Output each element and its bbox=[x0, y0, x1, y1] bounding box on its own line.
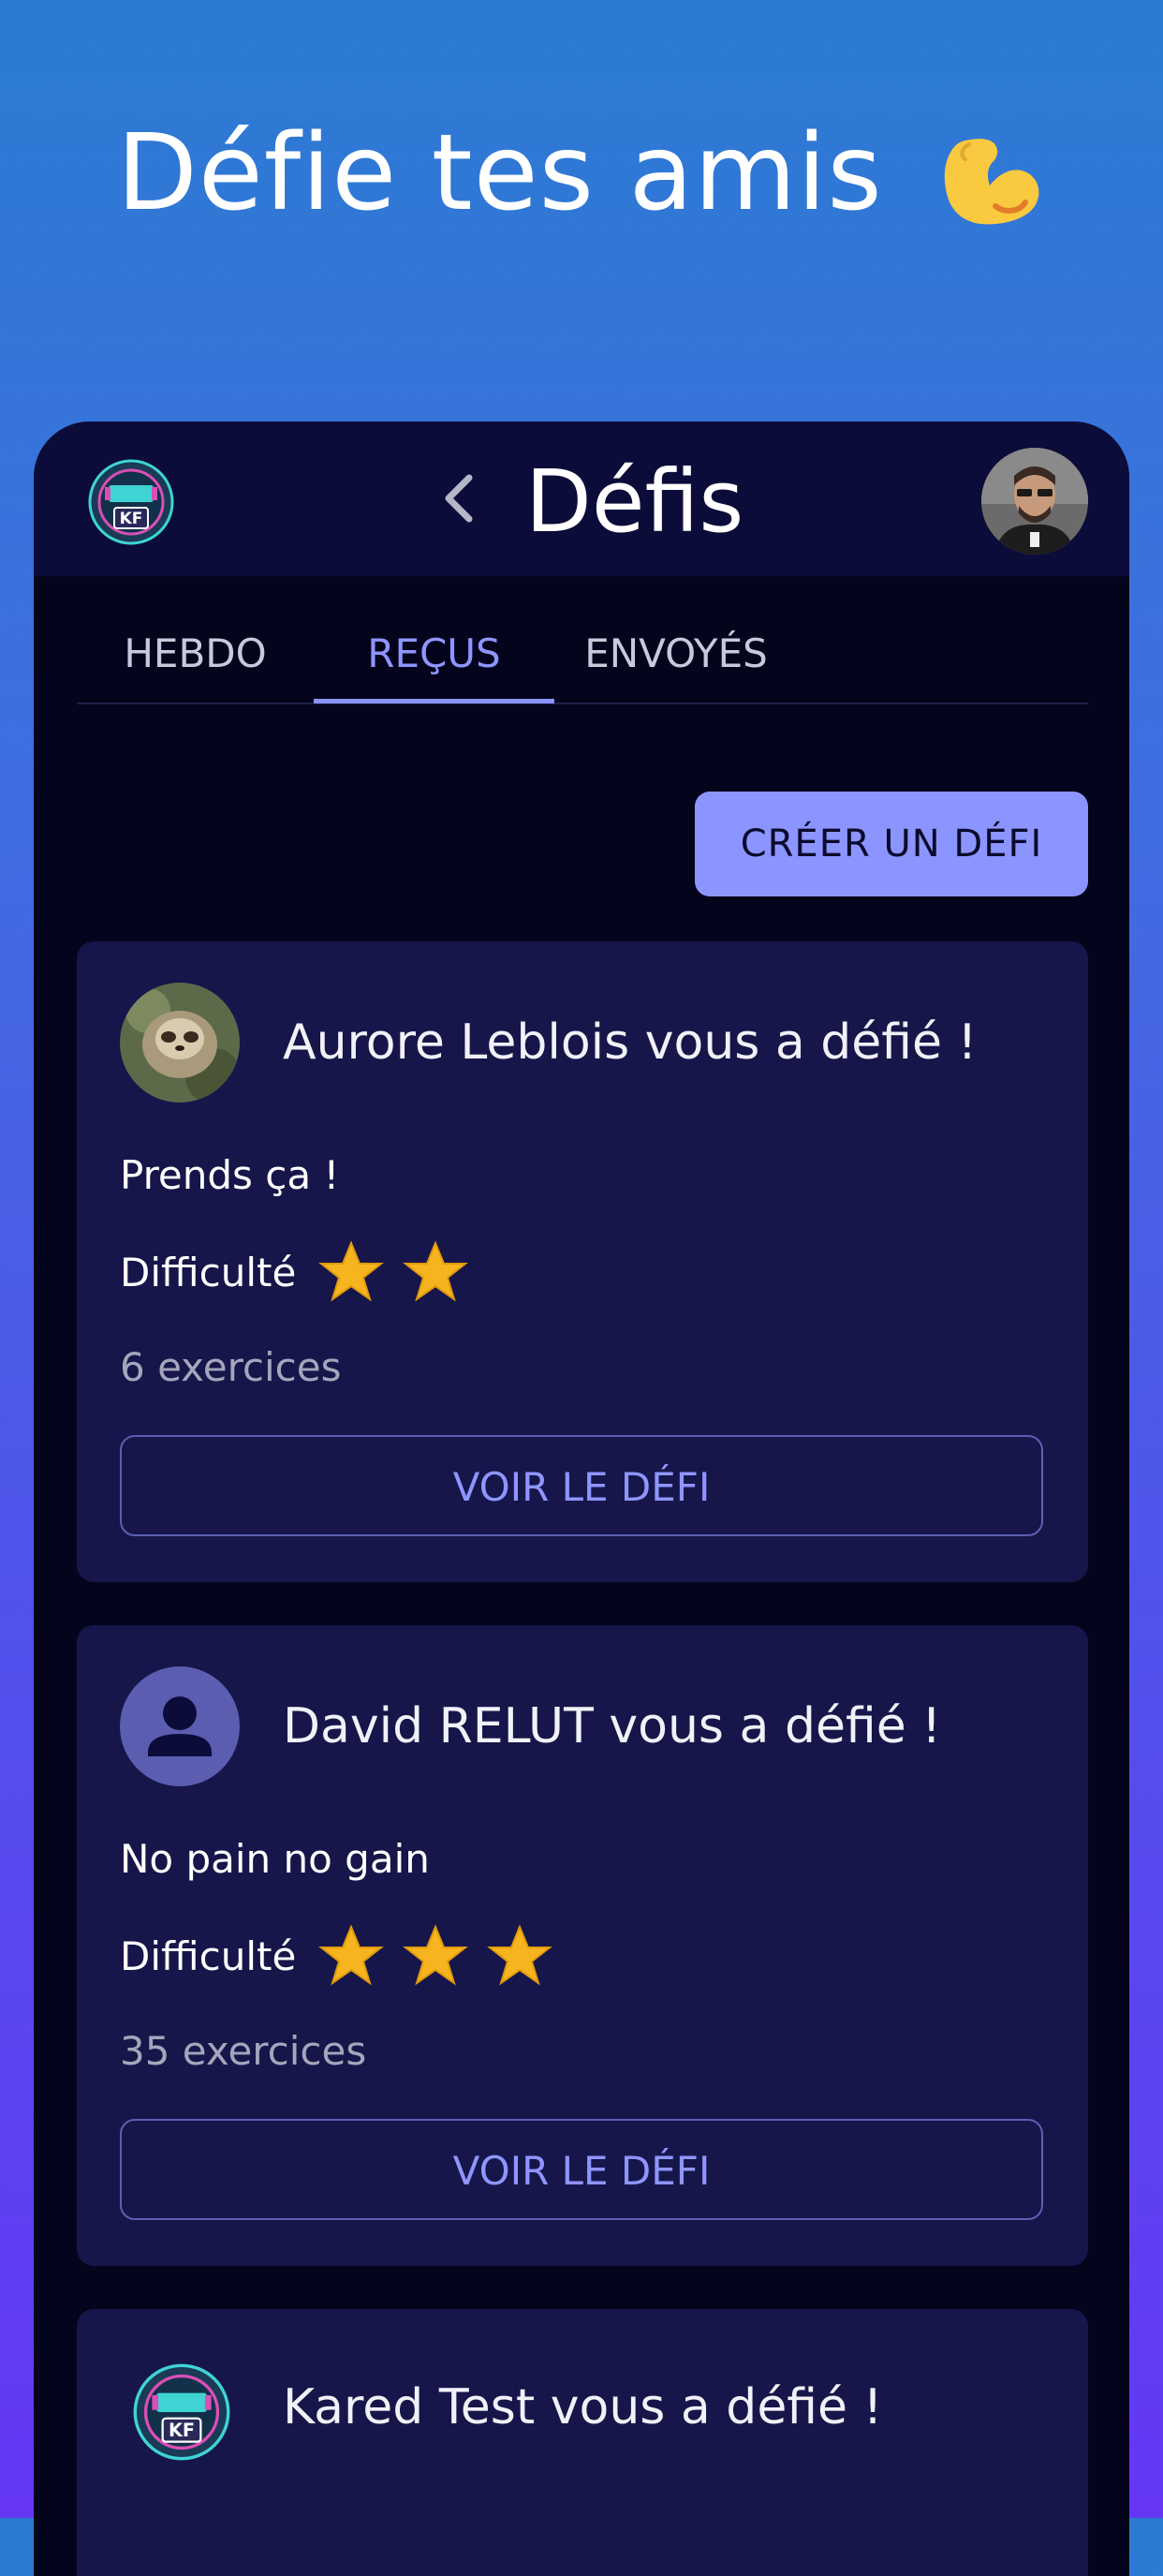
challenge-card: David RELUT vous a défié ! No pain no ga… bbox=[77, 1625, 1088, 2266]
flexed-biceps-icon bbox=[945, 139, 1039, 225]
difficulty-label: Difficulté bbox=[120, 1932, 297, 1979]
sender-avatar[interactable] bbox=[120, 1666, 240, 1786]
tab-recus[interactable]: REÇUS bbox=[314, 609, 554, 699]
sender-name: David RELUT vous a défié ! bbox=[283, 1698, 942, 1754]
profile-avatar[interactable] bbox=[981, 448, 1088, 555]
app-logo-icon: KF bbox=[133, 2363, 230, 2461]
challenge-card: Aurore Leblois vous a défié ! Prends ça … bbox=[77, 941, 1088, 1582]
page-title: Défis bbox=[525, 452, 744, 552]
phone-frame: KF Défis HEBDO REÇUS ENVOYÉS CRÉER UN DÉ… bbox=[34, 422, 1129, 2576]
star-icon bbox=[487, 1924, 553, 1986]
back-chevron-icon[interactable] bbox=[432, 470, 488, 526]
difficulty-row: Difficulté bbox=[120, 1920, 571, 1991]
tab-active-indicator bbox=[314, 699, 554, 703]
exercise-count: 6 exercices bbox=[120, 1344, 342, 1390]
sender-name: Aurore Leblois vous a défié ! bbox=[283, 1014, 978, 1071]
view-challenge-button[interactable]: VOIR LE DÉFI bbox=[120, 2119, 1043, 2220]
star-icon bbox=[318, 1924, 385, 1986]
tab-envoyes[interactable]: ENVOYÉS bbox=[554, 609, 798, 699]
sloth-photo-icon bbox=[120, 983, 240, 1103]
logo-text: KF bbox=[169, 2420, 195, 2441]
logo-text: KF bbox=[120, 510, 143, 528]
app-bar: KF Défis bbox=[34, 422, 1129, 576]
challenge-card: KF Kared Test vous a défié ! bbox=[77, 2309, 1088, 2576]
star-icon bbox=[403, 1924, 469, 1986]
profile-photo-icon bbox=[981, 448, 1088, 555]
exercise-count: 35 exercices bbox=[120, 2028, 367, 2074]
view-challenge-button[interactable]: VOIR LE DÉFI bbox=[120, 1435, 1043, 1536]
star-icon bbox=[318, 1240, 385, 1302]
challenge-message: Prends ça ! bbox=[120, 1152, 340, 1198]
sender-name: Kared Test vous a défié ! bbox=[283, 2379, 883, 2435]
headline-text: Défie tes amis bbox=[116, 112, 883, 234]
create-challenge-button[interactable]: CRÉER UN DÉFI bbox=[695, 792, 1088, 896]
star-icon bbox=[403, 1240, 469, 1302]
app-logo-icon[interactable]: KF bbox=[88, 459, 174, 545]
challenge-message: No pain no gain bbox=[120, 1836, 430, 1882]
tab-bar: HEBDO REÇUS ENVOYÉS bbox=[77, 609, 1088, 704]
sender-avatar[interactable] bbox=[120, 983, 240, 1103]
sender-avatar[interactable]: KF bbox=[133, 2363, 230, 2461]
person-placeholder-icon bbox=[148, 1696, 212, 1756]
headline: Défie tes amis bbox=[0, 112, 1163, 236]
difficulty-row: Difficulté bbox=[120, 1236, 487, 1308]
tab-hebdo[interactable]: HEBDO bbox=[77, 609, 314, 699]
difficulty-label: Difficulté bbox=[120, 1249, 297, 1295]
